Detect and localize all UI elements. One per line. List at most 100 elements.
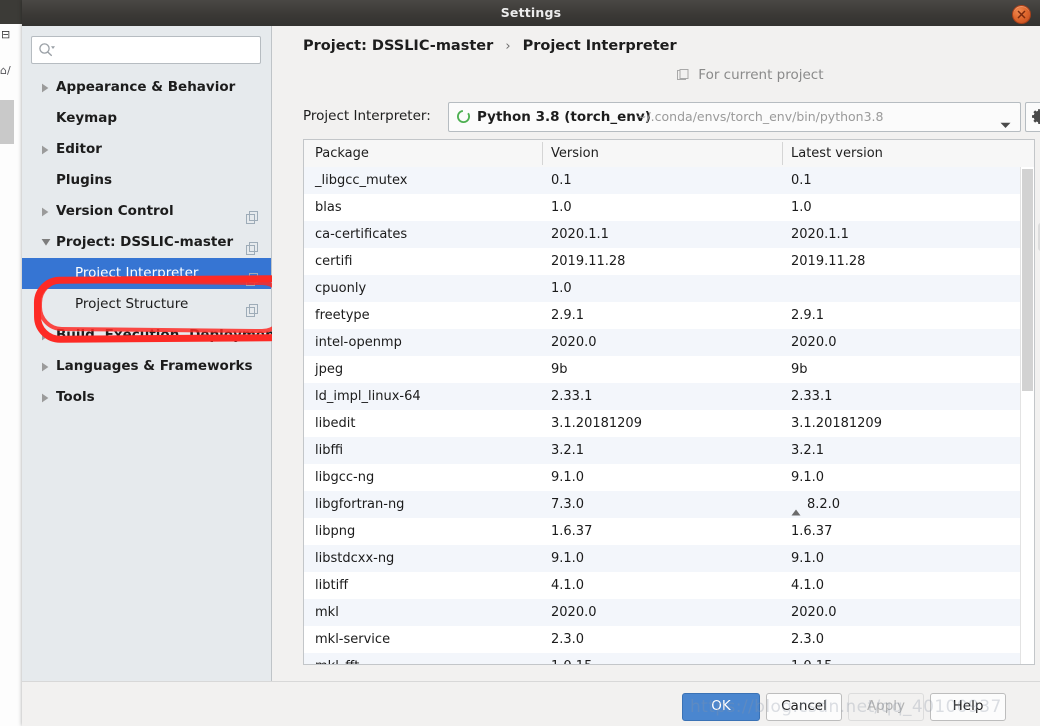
cell-version: 1.0	[551, 275, 572, 302]
background-window-glyph: ⊟	[1, 28, 19, 41]
table-row[interactable]: libstdcxx-ng9.1.09.1.0	[304, 545, 1034, 572]
cell-package: mkl_fft	[315, 653, 359, 664]
help-button[interactable]: Help	[930, 693, 1006, 721]
table-row[interactable]: blas1.01.0	[304, 194, 1034, 221]
main-panel: Project: DSSLIC-master › Project Interpr…	[272, 26, 1040, 681]
table-row[interactable]: libedit3.1.201812093.1.20181209	[304, 410, 1034, 437]
table-row[interactable]: libffi3.2.13.2.1	[304, 437, 1034, 464]
column-divider[interactable]	[782, 142, 783, 165]
table-row[interactable]: mkl_fft 1.0.15 1.0.15	[304, 653, 1034, 664]
cell-version: 2019.11.28	[551, 248, 625, 275]
sidebar-item-label: Tools	[56, 382, 95, 413]
dialog-footer: OK Cancel Apply Help	[22, 681, 1040, 726]
table-row[interactable]: ca-certificates2020.1.12020.1.1	[304, 221, 1034, 248]
sidebar-item-label: Languages & Frameworks	[56, 351, 253, 382]
chevron-right-icon[interactable]	[41, 320, 53, 351]
chevron-right-icon[interactable]	[41, 72, 53, 103]
copy-settings-icon[interactable]	[246, 205, 259, 218]
cell-version: 0.1	[551, 167, 572, 194]
breadcrumb-parent[interactable]: Project: DSSLIC-master	[303, 38, 493, 54]
sidebar-item-label: Project: DSSLIC-master	[56, 227, 233, 258]
table-row[interactable]: intel-openmp2020.02020.0	[304, 329, 1034, 356]
cell-latest-version: 2.3.0	[791, 626, 824, 653]
sidebar-item-label: Build, Execution, Deployment	[56, 320, 281, 351]
cell-latest-version: 2.9.1	[791, 302, 824, 329]
table-row[interactable]: cpuonly1.0	[304, 275, 1034, 302]
breadcrumb-current: Project Interpreter	[523, 38, 677, 54]
sidebar-item-version-control[interactable]: Version Control	[22, 196, 271, 227]
packages-scrollbar-track[interactable]	[1020, 167, 1034, 664]
sidebar-item-keymap[interactable]: Keymap	[22, 103, 271, 134]
sidebar-item-plugins[interactable]: Plugins	[22, 165, 271, 196]
sidebar-item-project-structure[interactable]: Project Structure	[22, 289, 271, 320]
cell-package: libpng	[315, 518, 355, 545]
cell-latest-version: 3.1.20181209	[791, 410, 882, 437]
cell-version: 9b	[551, 356, 568, 383]
column-header-version[interactable]: Version	[551, 140, 599, 167]
sidebar-item-appearance-behavior[interactable]: Appearance & Behavior	[22, 72, 271, 103]
packages-scrollbar-thumb[interactable]	[1022, 169, 1033, 391]
table-row[interactable]: freetype2.9.12.9.1	[304, 302, 1034, 329]
cell-version: 2.9.1	[551, 302, 584, 329]
cell-latest-version: 3.2.1	[791, 437, 824, 464]
ok-button[interactable]: OK	[682, 693, 760, 721]
gear-icon	[1031, 108, 1040, 125]
interpreter-settings-button[interactable]	[1025, 102, 1040, 132]
column-header-package[interactable]: Package	[315, 140, 369, 167]
cell-package: libgfortran-ng	[315, 491, 404, 518]
sidebar-item-label: Keymap	[56, 103, 117, 134]
close-icon[interactable]	[1012, 5, 1031, 24]
sidebar-search-box[interactable]	[31, 36, 261, 64]
cell-version: 1.6.37	[551, 518, 592, 545]
for-current-project-label: For current project	[677, 67, 824, 85]
table-row[interactable]: libtiff4.1.04.1.0	[304, 572, 1034, 599]
sidebar-item-project-interpreter[interactable]: Project Interpreter	[22, 258, 271, 289]
sidebar-item-build-execution-deployment[interactable]: Build, Execution, Deployment	[22, 320, 271, 351]
interpreter-dropdown[interactable]: Python 3.8 (torch_env) ~/.conda/envs/tor…	[448, 102, 1021, 132]
cell-latest-version: 9b	[791, 356, 808, 383]
python-env-icon	[456, 109, 471, 128]
table-row[interactable]: certifi2019.11.282019.11.28	[304, 248, 1034, 275]
copy-settings-icon[interactable]	[246, 298, 259, 311]
module-icon	[677, 69, 689, 85]
cell-version: 2020.0	[551, 329, 597, 356]
background-window-glyph-secondary: ⌂/	[0, 64, 20, 77]
for-current-project-text: For current project	[698, 67, 823, 83]
cell-version: 9.1.0	[551, 464, 584, 491]
sidebar-item-languages-frameworks[interactable]: Languages & Frameworks	[22, 351, 271, 382]
table-row[interactable]: jpeg9b9b	[304, 356, 1034, 383]
table-row[interactable]: mkl-service2.3.02.3.0	[304, 626, 1034, 653]
cell-version: 4.1.0	[551, 572, 584, 599]
table-row[interactable]: ld_impl_linux-642.33.12.33.1	[304, 383, 1034, 410]
cell-latest-version: 1.0.15	[791, 653, 832, 664]
settings-screenshot: ⊟ ⌂/ Settings	[0, 0, 1040, 726]
copy-settings-icon[interactable]	[246, 236, 259, 249]
chevron-right-icon[interactable]	[41, 351, 53, 382]
search-input[interactable]	[60, 37, 256, 65]
cell-version: 2.33.1	[551, 383, 592, 410]
apply-button: Apply	[848, 693, 924, 721]
chevron-down-icon[interactable]	[41, 227, 53, 258]
table-row[interactable]: libgcc-ng9.1.09.1.0	[304, 464, 1034, 491]
cell-version: 3.1.20181209	[551, 410, 642, 437]
cell-version: 1.0.15	[551, 653, 592, 664]
cancel-button[interactable]: Cancel	[766, 693, 842, 721]
column-header-latest-version[interactable]: Latest version	[791, 140, 883, 167]
copy-settings-icon[interactable]	[246, 267, 259, 280]
sidebar-item-project-dsslic-master[interactable]: Project: DSSLIC-master	[22, 227, 271, 258]
table-row[interactable]: libgfortran-ng7.3.08.2.0	[304, 491, 1034, 518]
table-row[interactable]: mkl2020.02020.0	[304, 599, 1034, 626]
sidebar-item-label: Plugins	[56, 165, 112, 196]
table-row[interactable]: libpng1.6.371.6.37	[304, 518, 1034, 545]
chevron-right-icon[interactable]	[41, 134, 53, 165]
chevron-right-icon[interactable]	[41, 196, 53, 227]
sidebar-item-label: Project Interpreter	[75, 258, 198, 289]
chevron-right-icon[interactable]	[41, 382, 53, 413]
close-glyph	[1016, 9, 1027, 20]
table-row[interactable]: _libgcc_mutex0.10.1	[304, 167, 1034, 194]
background-window-gutter	[0, 100, 14, 144]
sidebar-item-editor[interactable]: Editor	[22, 134, 271, 165]
sidebar-item-tools[interactable]: Tools	[22, 382, 271, 413]
column-divider[interactable]	[542, 142, 543, 165]
cell-version: 9.1.0	[551, 545, 584, 572]
